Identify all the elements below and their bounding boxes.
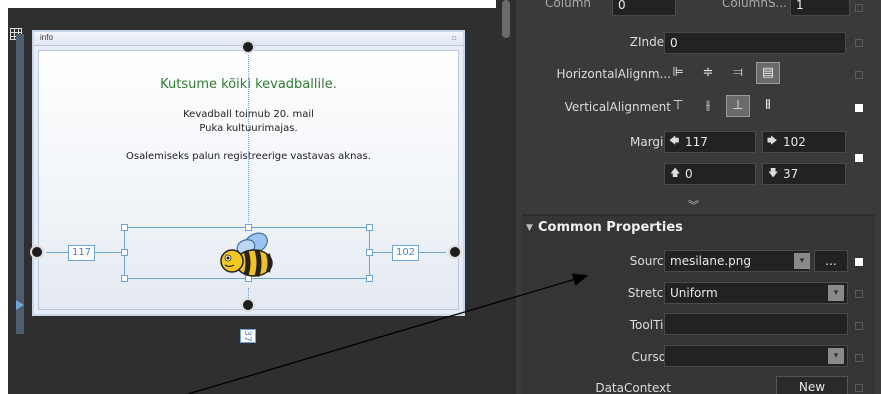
annotation-arrow	[187, 273, 589, 394]
